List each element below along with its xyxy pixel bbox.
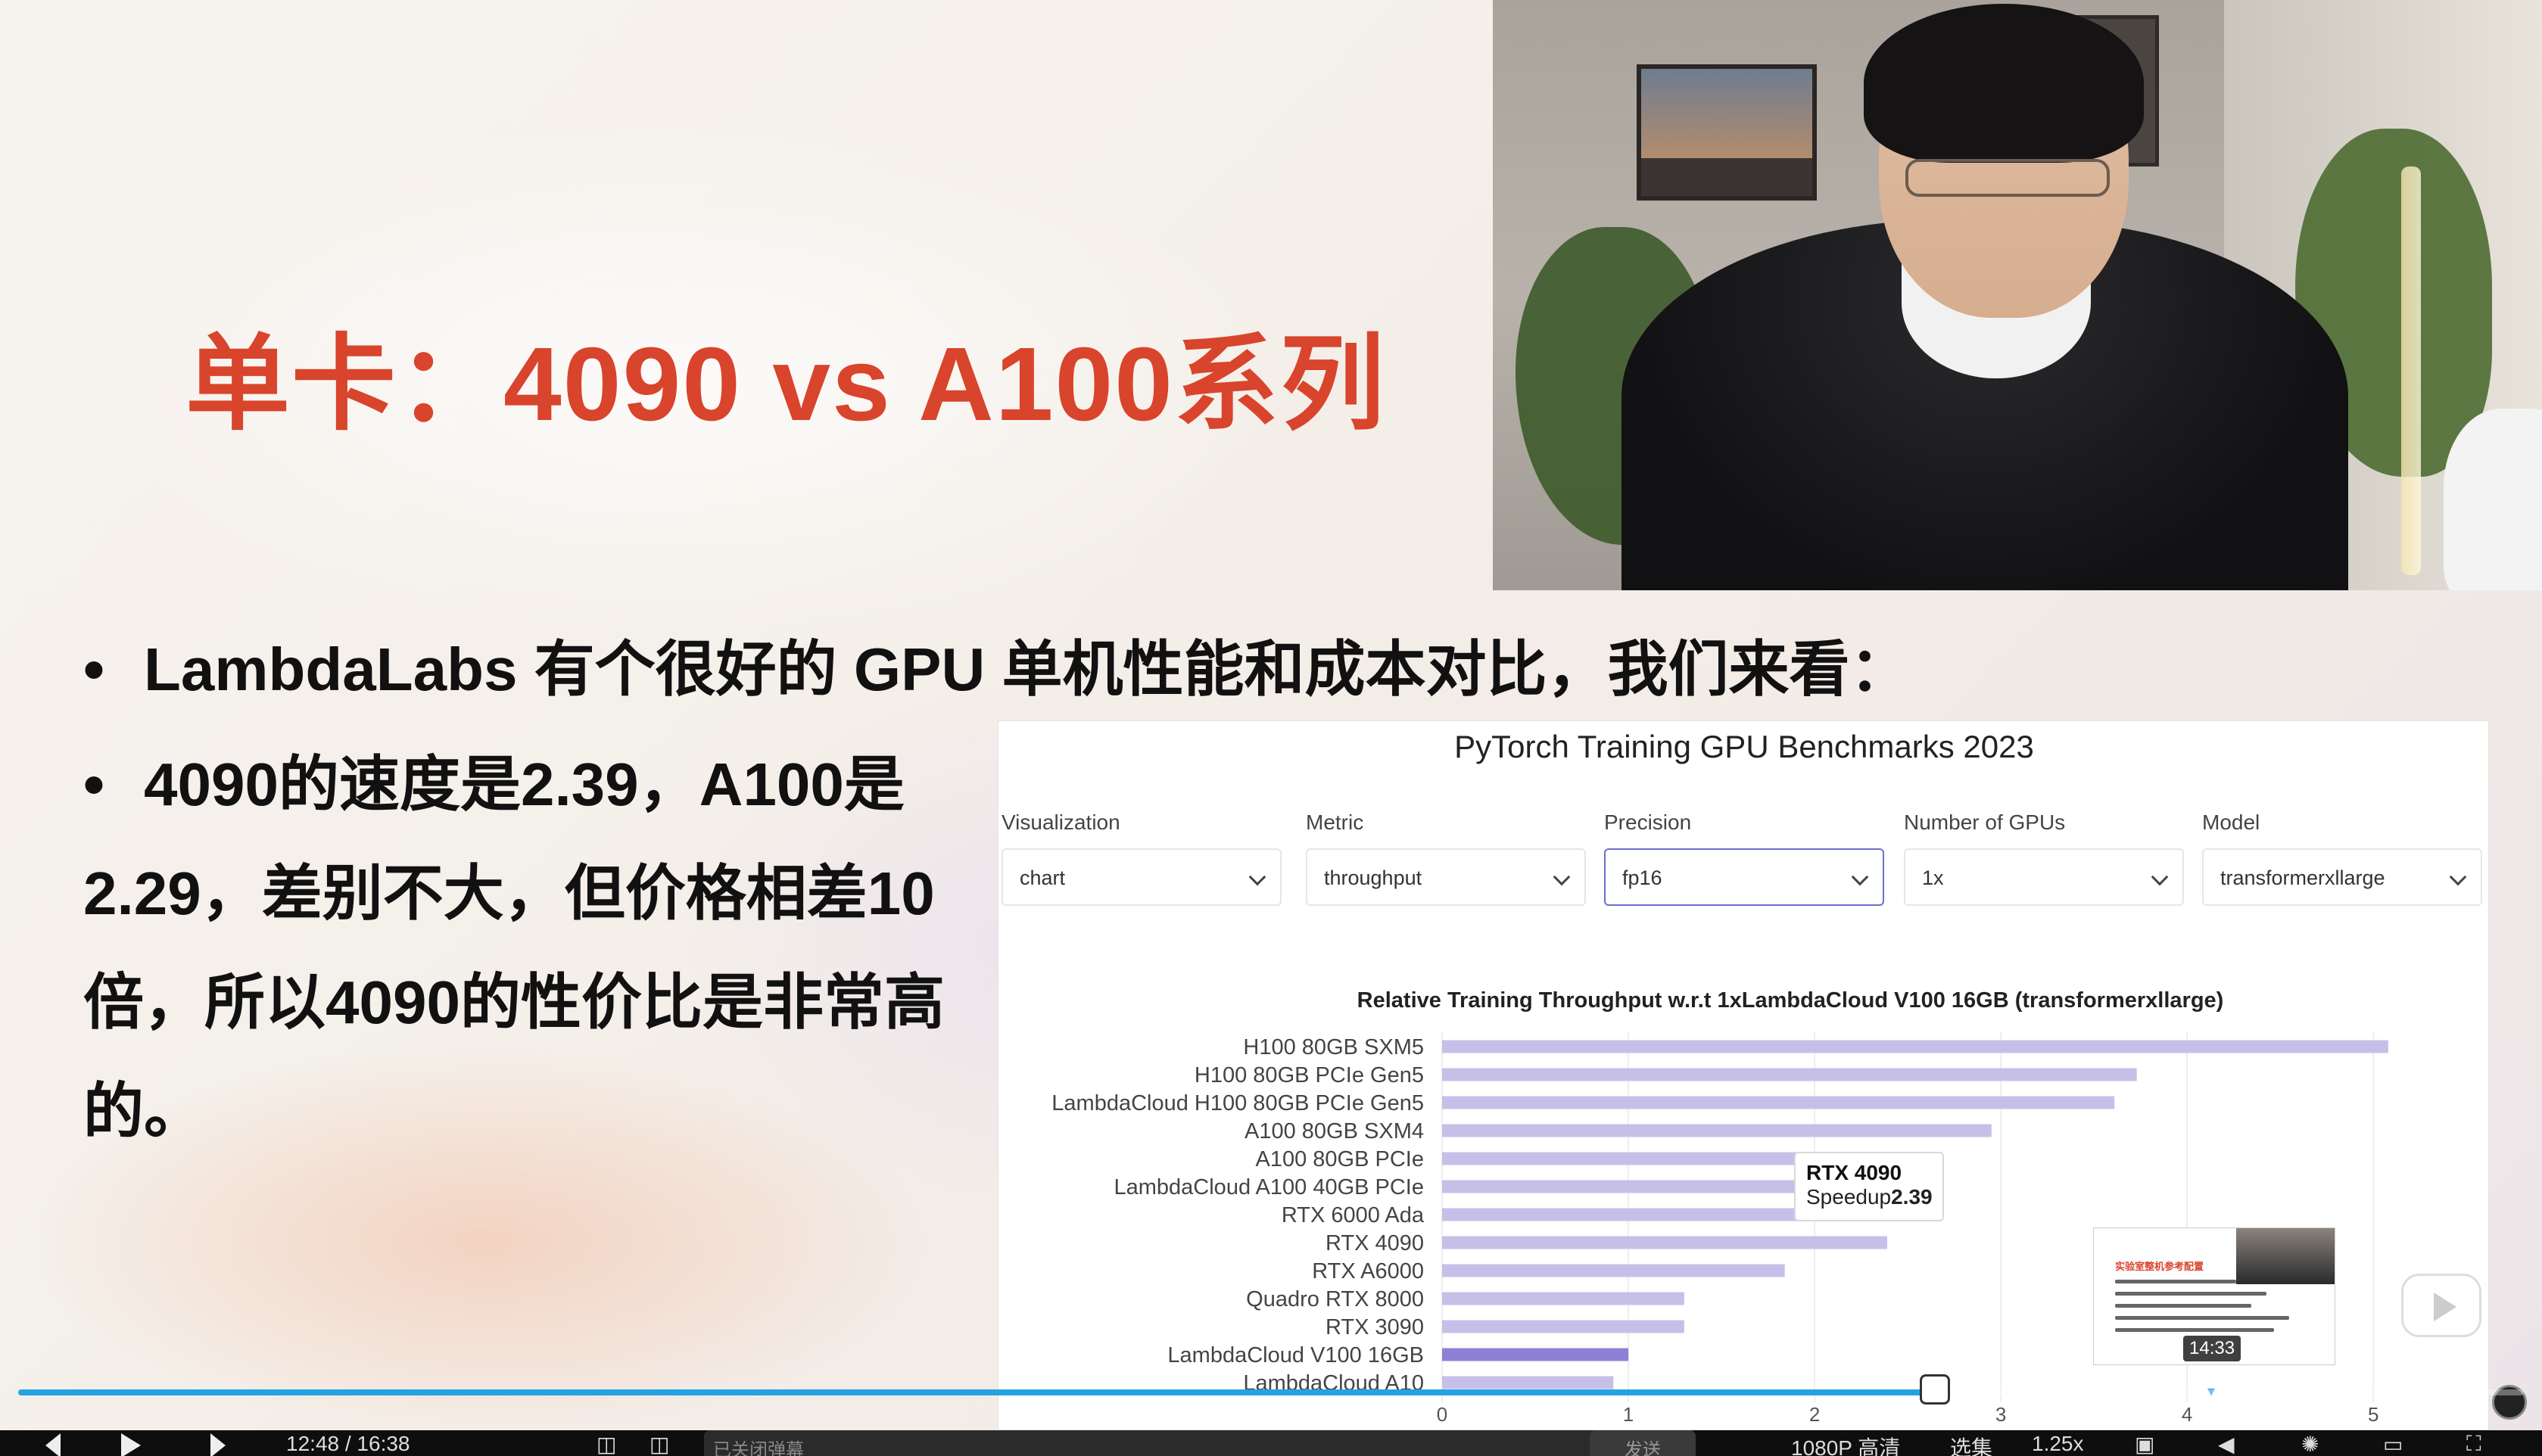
preview-line — [2115, 1280, 2236, 1283]
progress-handle[interactable] — [1920, 1374, 1951, 1405]
fullscreen-icon[interactable]: ⛶ — [2466, 1432, 2481, 1456]
tooltip-speedup-value: 2.39 — [1891, 1185, 1933, 1209]
volume-icon[interactable]: ◀ — [2218, 1432, 2235, 1456]
preview-line — [2115, 1328, 2274, 1332]
category-label: LambdaCloud A100 40GB PCIe — [1114, 1175, 1425, 1199]
fullscreen-window-icon[interactable]: ▭ — [2383, 1432, 2403, 1456]
category-label: H100 80GB SXM5 — [1243, 1035, 1424, 1059]
x-tick-label: 1 — [1623, 1403, 1634, 1426]
chart-title: Relative Training Throughput w.r.t 1xLam… — [1357, 988, 2224, 1013]
category-label: RTX A6000 — [1312, 1259, 1424, 1283]
bar[interactable] — [1442, 1376, 1614, 1389]
category-label: A100 80GB PCIe — [1256, 1147, 1424, 1171]
x-tick-label: 4 — [2182, 1403, 2192, 1426]
bar[interactable] — [1442, 1292, 1684, 1305]
lamp — [2401, 166, 2421, 575]
tooltip-speedup: Speedup2.39 — [1806, 1185, 1933, 1209]
bullet-marker: • — [83, 636, 105, 703]
bullet-item: • 4090的速度是2.39，A100是2.29，差别不大，但价格相差10倍，所以… — [83, 730, 1014, 1166]
total-time: 16:38 — [357, 1432, 410, 1455]
bar[interactable] — [1442, 1124, 1992, 1137]
x-tick-label: 2 — [1809, 1403, 1820, 1426]
bullet-text: 4090的速度是2.39，A100是2.29，差别不大，但价格相差10倍，所以4… — [83, 751, 945, 1145]
send-button[interactable]: 发送 — [1590, 1430, 1696, 1456]
tooltip-gpu-name: RTX 4090 — [1806, 1161, 1902, 1184]
settings-icon[interactable]: ✺ — [2301, 1432, 2319, 1456]
x-tick-label: 0 — [1437, 1403, 1447, 1426]
danmu-toggle-icon[interactable]: ◫ — [597, 1432, 616, 1456]
category-label: A100 80GB SXM4 — [1245, 1119, 1424, 1143]
preview-line — [2115, 1304, 2251, 1308]
bar[interactable] — [1442, 1264, 1785, 1277]
time-separator: / — [344, 1432, 351, 1455]
tooltip-speedup-label: Speedup — [1806, 1185, 1892, 1209]
current-time: 12:48 — [286, 1432, 340, 1455]
episodes-button[interactable]: 选集 — [1950, 1432, 1992, 1456]
progress-fill — [18, 1389, 1936, 1395]
danmu-settings-icon[interactable]: ◫ — [650, 1432, 669, 1456]
bar[interactable] — [1442, 1068, 2137, 1081]
microphone — [2444, 409, 2542, 590]
chart-tooltip: RTX 4090 Speedup2.39 — [1794, 1152, 1944, 1221]
speed-button[interactable]: 1.25x — [2032, 1432, 2084, 1456]
wall-picture — [1637, 64, 1817, 201]
bullet-marker: • — [83, 751, 105, 818]
play-icon[interactable] — [121, 1433, 148, 1456]
x-tick-label: 5 — [2368, 1403, 2378, 1426]
bullet-text: LambdaLabs 有个很好的 GPU 单机性能和成本对比，我们来看： — [144, 636, 1911, 703]
x-tick-label: 3 — [1995, 1403, 2006, 1426]
preview-line — [2115, 1292, 2266, 1296]
subtitle-icon[interactable]: ▣ — [2135, 1432, 2154, 1456]
bar[interactable] — [1442, 1096, 2115, 1109]
bullet-item: • LambdaLabs 有个很好的 GPU 单机性能和成本对比，我们来看： — [83, 621, 2067, 708]
danmu-placeholder: 已关闭弹幕 — [713, 1440, 804, 1456]
prev-icon[interactable] — [45, 1433, 73, 1456]
next-icon[interactable] — [210, 1433, 238, 1456]
webcam-overlay — [1493, 0, 2542, 590]
progress-bar[interactable] — [18, 1374, 2524, 1405]
danmu-input[interactable]: 已关闭弹幕 — [704, 1430, 1696, 1456]
bar[interactable] — [1442, 1348, 1629, 1361]
category-label: RTX 4090 — [1326, 1231, 1424, 1255]
bar[interactable] — [1442, 1040, 2388, 1053]
category-label: LambdaCloud H100 80GB PCIe Gen5 — [1051, 1091, 1424, 1115]
play-overlay-icon[interactable] — [2401, 1274, 2481, 1337]
preview-line — [2115, 1316, 2289, 1320]
bar[interactable] — [1442, 1320, 1684, 1333]
bar[interactable] — [1442, 1236, 1888, 1249]
quality-button[interactable]: 1080P 高清 — [1791, 1432, 1900, 1456]
video-frame[interactable]: 单卡：4090 vs A100系列 • LambdaLabs 有个很好的 GPU … — [0, 0, 2542, 1430]
preview-webcam — [2236, 1228, 2335, 1284]
seek-preview-thumbnail: 实验室整机参考配置 14:33 — [2093, 1227, 2335, 1365]
category-label: RTX 3090 — [1326, 1315, 1424, 1339]
category-label: LambdaCloud V100 16GB — [1167, 1343, 1424, 1367]
category-label: RTX 6000 Ada — [1282, 1203, 1425, 1227]
presenter-glasses — [1905, 159, 2110, 197]
category-label: Quadro RTX 8000 — [1246, 1287, 1424, 1311]
presenter-hair — [1864, 4, 2144, 163]
category-label: H100 80GB PCIe Gen5 — [1195, 1063, 1424, 1087]
preview-time: 14:33 — [2183, 1336, 2241, 1361]
time-display: 12:48 / 16:38 — [286, 1432, 410, 1456]
slide-title: 单卡：4090 vs A100系列 — [185, 326, 1386, 443]
player-controls: 12:48 / 16:38 ◫ ◫ 已关闭弹幕 发送 1080P 高清 选集 1… — [0, 1430, 2542, 1456]
preview-title: 实验室整机参考配置 — [2115, 1261, 2204, 1272]
